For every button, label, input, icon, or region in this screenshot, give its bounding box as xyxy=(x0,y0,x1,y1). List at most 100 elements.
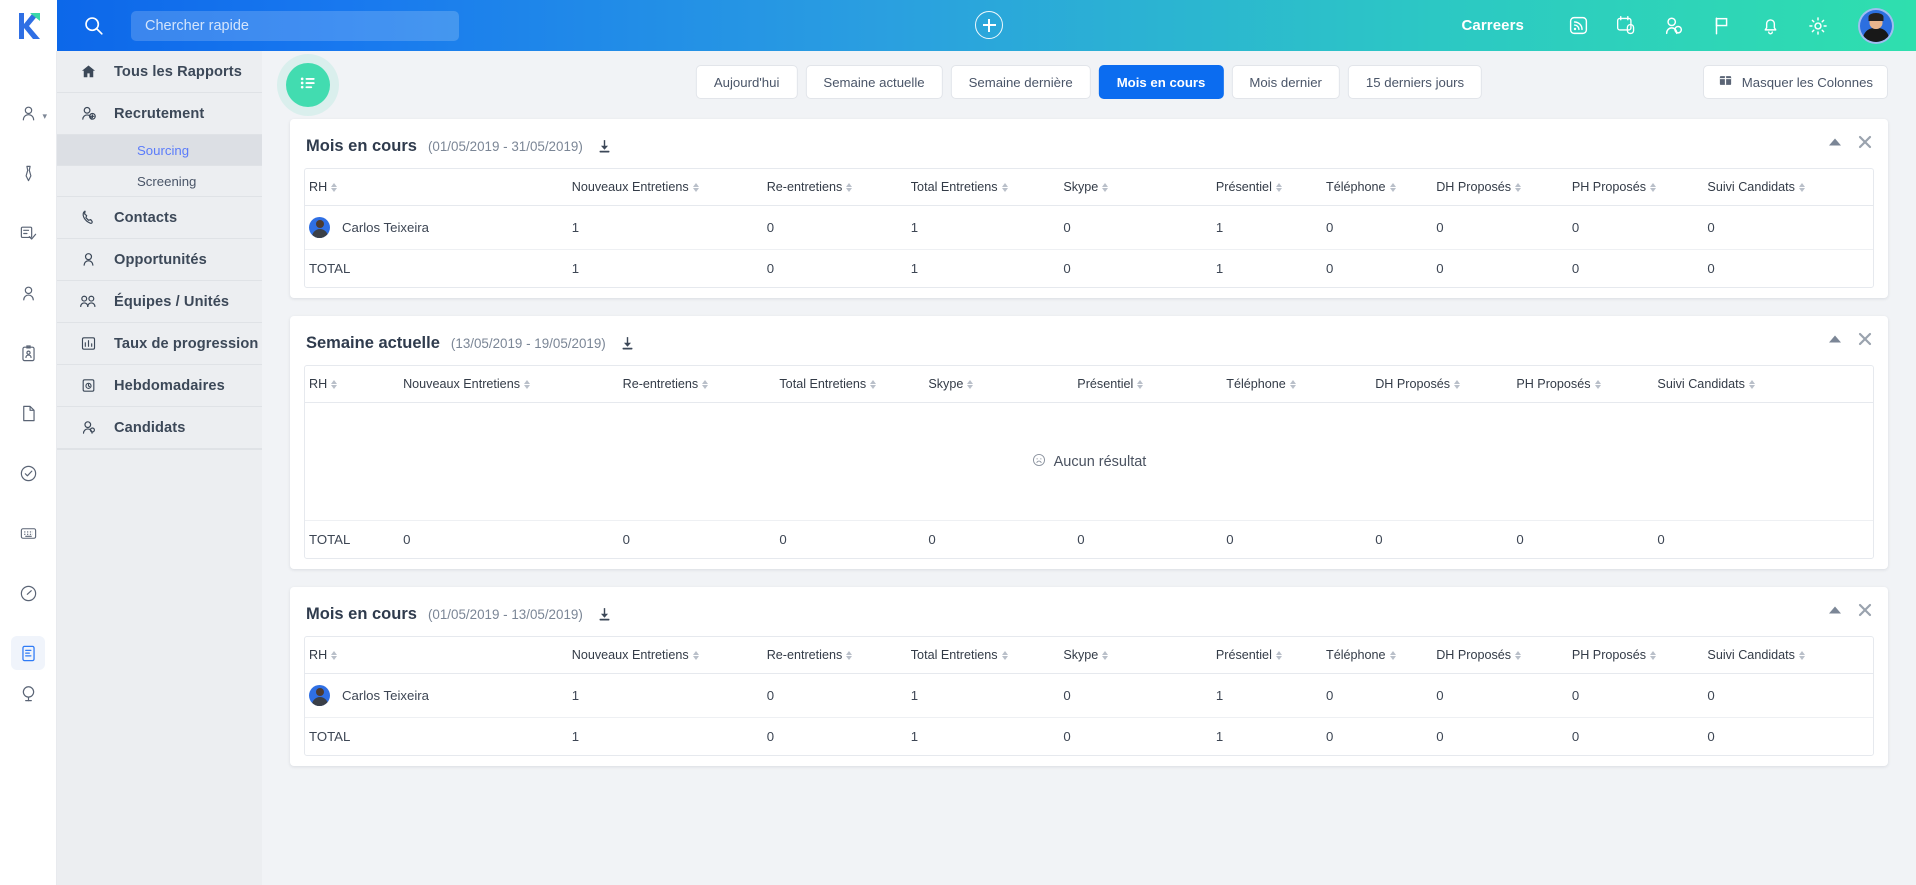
col-header[interactable]: Skype xyxy=(1059,169,1212,206)
sidebar-item-equipes-unites[interactable]: Équipes / Unités xyxy=(57,281,262,323)
table-row[interactable]: Carlos Teixeira 1 0 1 0 1 0 0 0 0 xyxy=(305,674,1873,718)
rail-user-dropdown-icon[interactable]: ▾ xyxy=(11,96,45,130)
sidebar-item-tous-les-rapports[interactable]: Tous les Rapports xyxy=(57,51,262,93)
tab-mois-en-cours[interactable]: Mois en cours xyxy=(1099,65,1224,99)
rail-person-icon[interactable] xyxy=(11,276,45,310)
col-header[interactable]: Suivi Candidats xyxy=(1653,366,1873,403)
rail-gauge-icon[interactable] xyxy=(11,576,45,610)
col-header[interactable]: Suivi Candidats xyxy=(1703,637,1873,674)
col-header[interactable]: Total Entretiens xyxy=(907,169,1060,206)
close-icon[interactable] xyxy=(1858,603,1872,617)
careers-link[interactable]: Carreers xyxy=(1461,17,1524,34)
collapse-icon[interactable] xyxy=(1828,334,1842,344)
sort-icon[interactable] xyxy=(693,183,699,192)
collapse-icon[interactable] xyxy=(1828,605,1842,615)
sort-icon[interactable] xyxy=(846,651,852,660)
sort-icon[interactable] xyxy=(1002,183,1008,192)
tab-semaine-derniere[interactable]: Semaine dernière xyxy=(951,65,1091,99)
sort-icon[interactable] xyxy=(870,380,876,389)
sort-icon[interactable] xyxy=(1650,651,1656,660)
app-logo[interactable] xyxy=(0,0,57,51)
col-header[interactable]: Présentiel xyxy=(1212,169,1322,206)
rail-id-badge-icon[interactable] xyxy=(11,336,45,370)
col-header[interactable]: PH Proposés xyxy=(1568,169,1704,206)
col-header[interactable]: DH Proposés xyxy=(1432,169,1568,206)
sidebar-subitem-sourcing[interactable]: Sourcing xyxy=(57,135,262,166)
rail-checklist-icon[interactable] xyxy=(11,216,45,250)
col-header[interactable]: DH Proposés xyxy=(1371,366,1512,403)
sort-icon[interactable] xyxy=(1749,380,1755,389)
download-icon[interactable] xyxy=(596,138,613,155)
tab-semaine-actuelle[interactable]: Semaine actuelle xyxy=(805,65,942,99)
sort-icon[interactable] xyxy=(702,380,708,389)
sort-icon[interactable] xyxy=(1799,183,1805,192)
col-header[interactable]: Présentiel xyxy=(1073,366,1222,403)
sort-icon[interactable] xyxy=(331,380,337,389)
col-header[interactable]: RH xyxy=(305,366,399,403)
sort-icon[interactable] xyxy=(1002,651,1008,660)
col-header[interactable]: Total Entretiens xyxy=(775,366,924,403)
download-icon[interactable] xyxy=(619,335,636,352)
sort-icon[interactable] xyxy=(1390,651,1396,660)
sort-icon[interactable] xyxy=(1454,380,1460,389)
col-header[interactable]: Skype xyxy=(1059,637,1212,674)
col-header[interactable]: DH Proposés xyxy=(1432,637,1568,674)
table-row[interactable]: Carlos Teixeira 1 0 1 0 1 0 0 0 0 xyxy=(305,206,1873,250)
sort-icon[interactable] xyxy=(693,651,699,660)
sort-icon[interactable] xyxy=(846,183,852,192)
list-view-button[interactable] xyxy=(286,63,330,107)
download-icon[interactable] xyxy=(596,606,613,623)
sort-icon[interactable] xyxy=(967,380,973,389)
sort-icon[interactable] xyxy=(1799,651,1805,660)
sort-icon[interactable] xyxy=(1595,380,1601,389)
rail-keyboard-icon[interactable] xyxy=(11,516,45,550)
contacts-icon[interactable] xyxy=(1650,0,1698,51)
col-header[interactable]: Téléphone xyxy=(1322,637,1432,674)
col-header[interactable]: Nouveaux Entretiens xyxy=(568,637,763,674)
col-header[interactable]: Téléphone xyxy=(1322,169,1432,206)
sort-icon[interactable] xyxy=(1290,380,1296,389)
sidebar-item-candidats[interactable]: Candidats xyxy=(57,407,262,449)
col-header[interactable]: RH xyxy=(305,637,568,674)
col-header[interactable]: Nouveaux Entretiens xyxy=(568,169,763,206)
calendar-icon[interactable] xyxy=(1602,0,1650,51)
sort-icon[interactable] xyxy=(1390,183,1396,192)
col-header[interactable]: Suivi Candidats xyxy=(1703,169,1873,206)
tab-aujourdhui[interactable]: Aujourd'hui xyxy=(696,65,798,99)
bell-icon[interactable] xyxy=(1746,0,1794,51)
rail-document-icon[interactable] xyxy=(11,396,45,430)
close-icon[interactable] xyxy=(1858,332,1872,346)
sort-icon[interactable] xyxy=(1137,380,1143,389)
tab-mois-dernier[interactable]: Mois dernier xyxy=(1231,65,1340,99)
add-new-button[interactable] xyxy=(975,11,1003,39)
sort-icon[interactable] xyxy=(1515,651,1521,660)
sort-icon[interactable] xyxy=(331,651,337,660)
sort-icon[interactable] xyxy=(1650,183,1656,192)
sort-icon[interactable] xyxy=(1276,183,1282,192)
rail-check-circle-icon[interactable] xyxy=(11,456,45,490)
col-header[interactable]: PH Proposés xyxy=(1512,366,1653,403)
tab-15-derniers-jours[interactable]: 15 derniers jours xyxy=(1348,65,1482,99)
sort-icon[interactable] xyxy=(1102,183,1108,192)
sidebar-item-hebdomadaires[interactable]: Hebdomadaires xyxy=(57,365,262,407)
col-header[interactable]: Re-entretiens xyxy=(619,366,776,403)
col-header[interactable]: Présentiel xyxy=(1212,637,1322,674)
col-header[interactable]: Téléphone xyxy=(1222,366,1371,403)
avatar[interactable] xyxy=(1858,8,1894,44)
sidebar-item-contacts[interactable]: Contacts xyxy=(57,197,262,239)
gear-icon[interactable] xyxy=(1794,0,1842,51)
col-header[interactable]: Total Entretiens xyxy=(907,637,1060,674)
sort-icon[interactable] xyxy=(1102,651,1108,660)
col-header[interactable]: Nouveaux Entretiens xyxy=(399,366,619,403)
sort-icon[interactable] xyxy=(524,380,530,389)
col-header[interactable]: Re-entretiens xyxy=(763,637,907,674)
flag-icon[interactable] xyxy=(1698,0,1746,51)
close-icon[interactable] xyxy=(1858,135,1872,149)
sidebar-item-recrutement[interactable]: Recrutement xyxy=(57,93,262,135)
sidebar-item-taux-de-progression[interactable]: Taux de progression xyxy=(57,323,262,365)
col-header[interactable]: Re-entretiens xyxy=(763,169,907,206)
sort-icon[interactable] xyxy=(331,183,337,192)
sort-icon[interactable] xyxy=(1515,183,1521,192)
collapse-icon[interactable] xyxy=(1828,137,1842,147)
col-header[interactable]: PH Proposés xyxy=(1568,637,1704,674)
